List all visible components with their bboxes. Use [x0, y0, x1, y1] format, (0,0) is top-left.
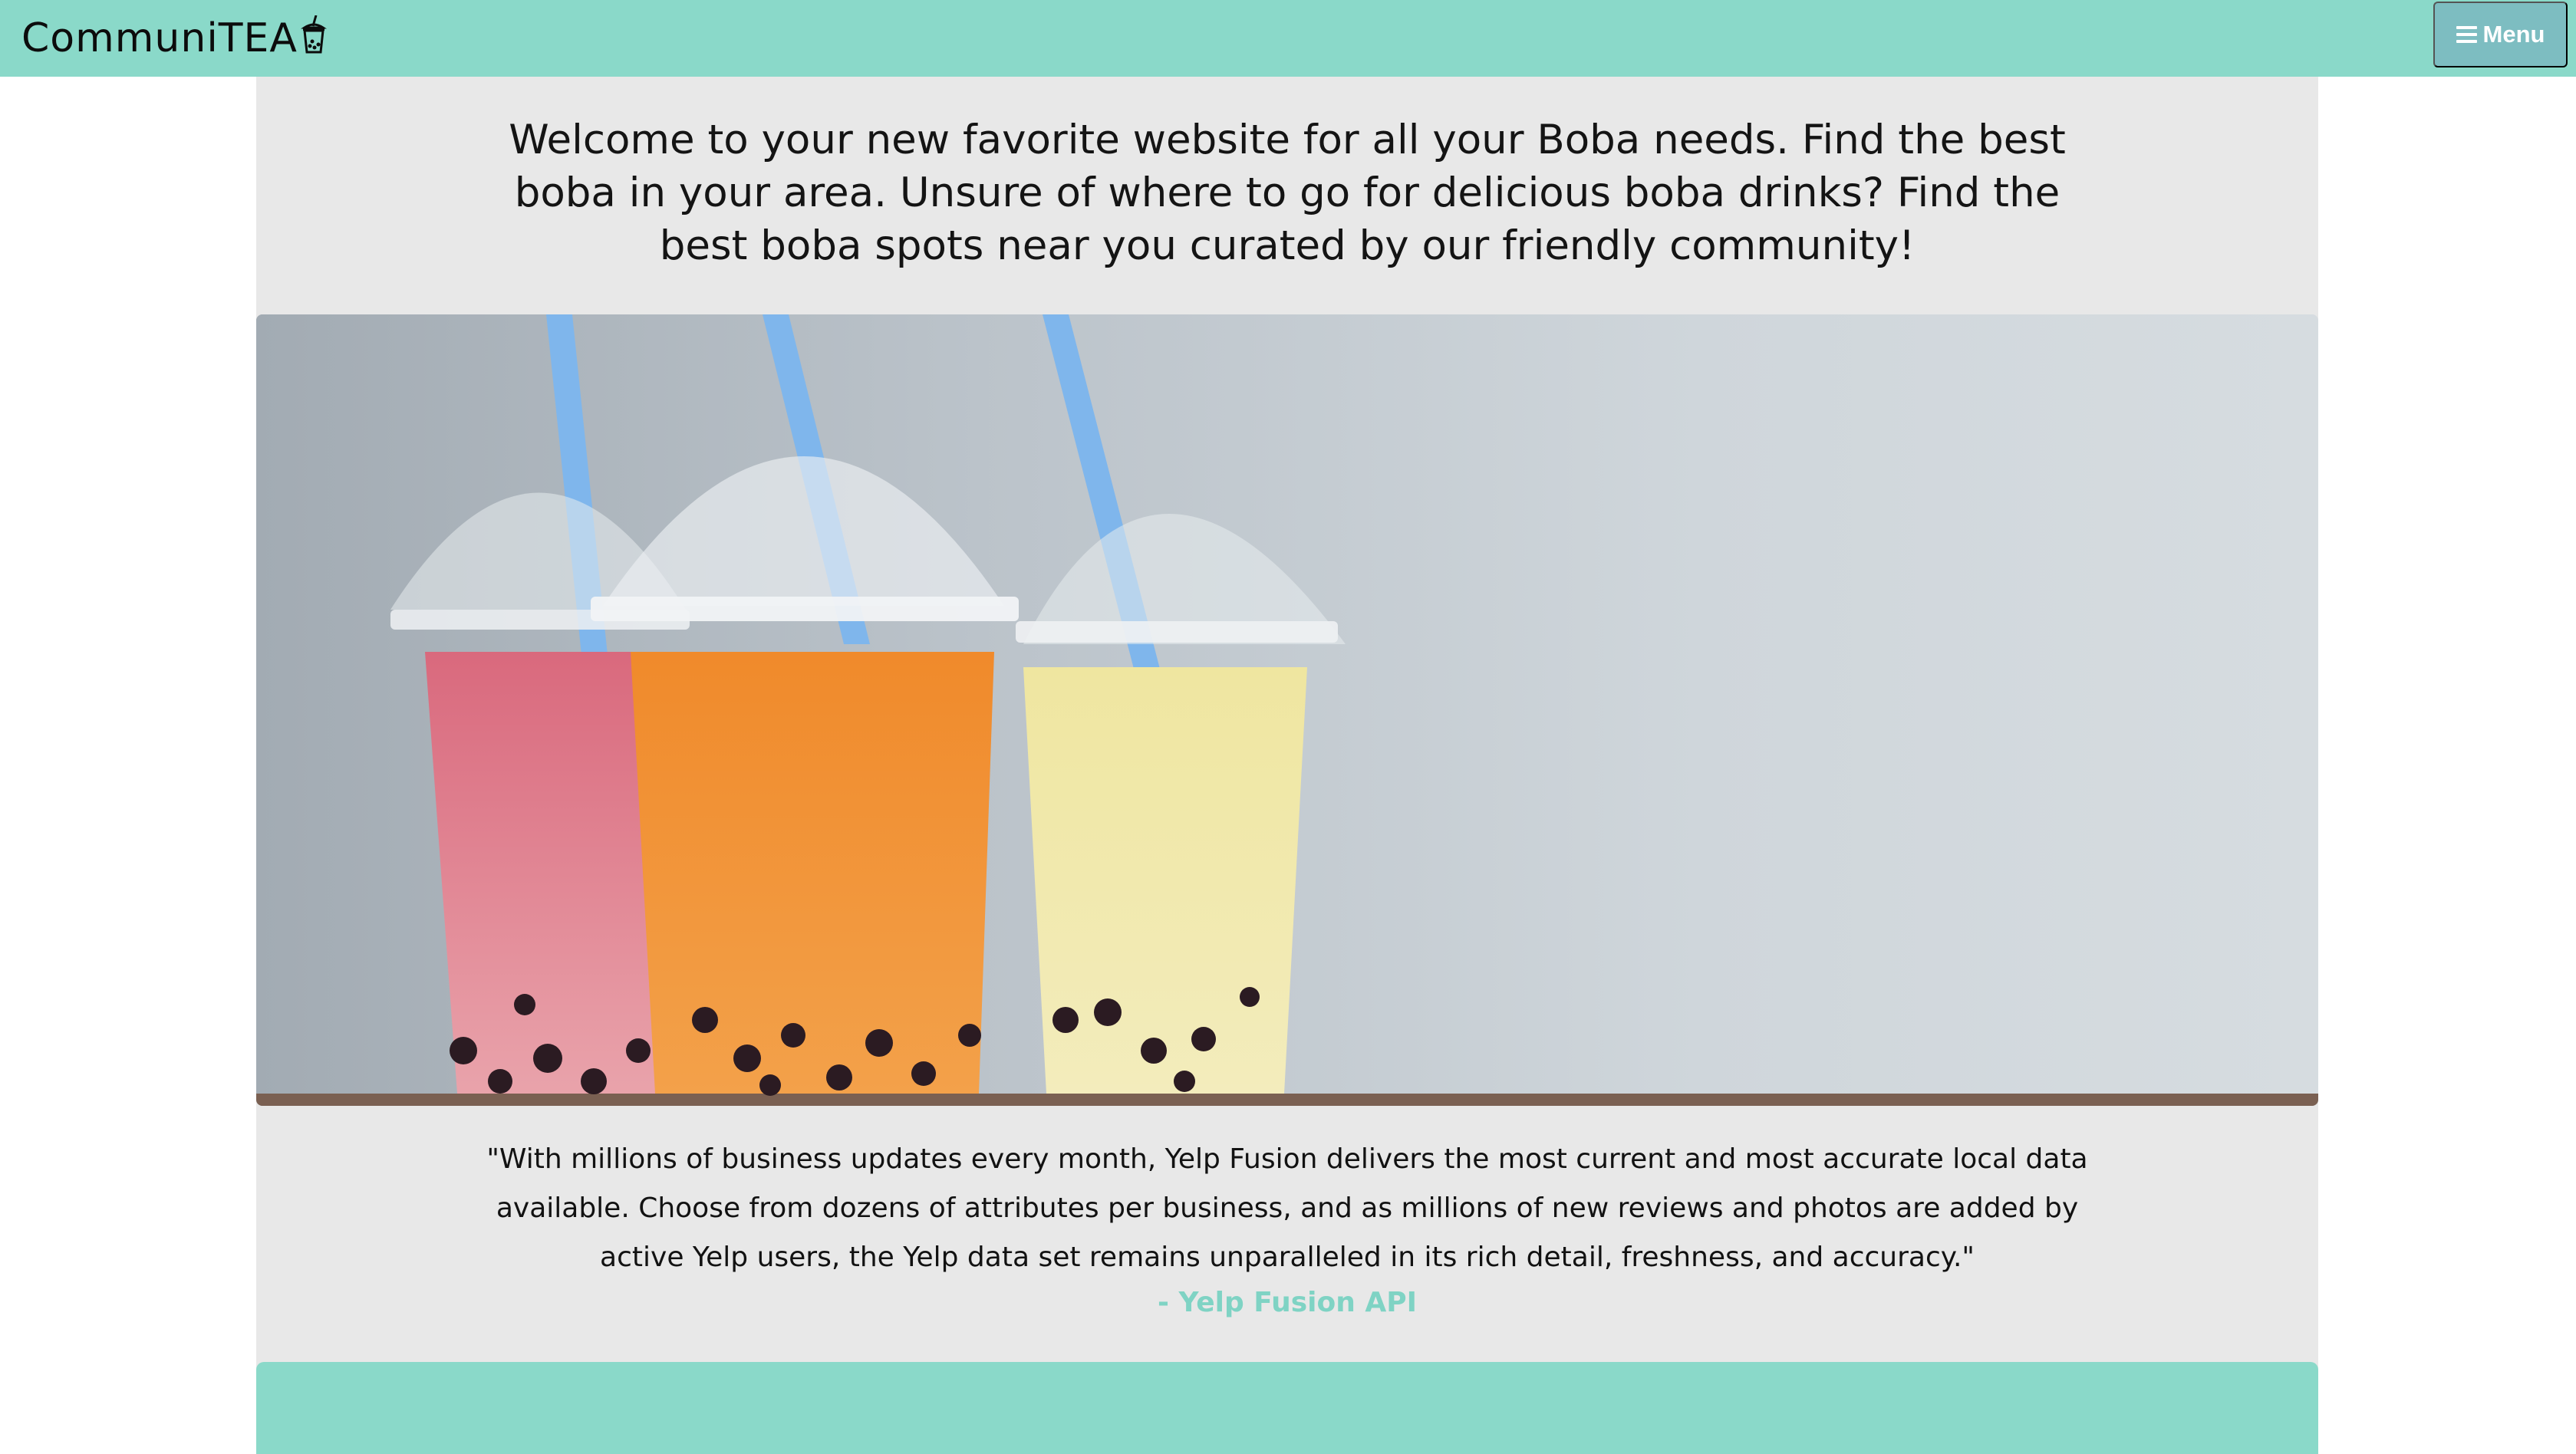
menu-label: Menu [2482, 21, 2545, 48]
hero-carousel[interactable] [256, 314, 2318, 1106]
intro-text: Welcome to your new favorite website for… [509, 117, 2066, 269]
main-content: Welcome to your new favorite website for… [256, 77, 2318, 1454]
boba-drinks-image [256, 314, 2318, 1106]
menu-button[interactable]: Menu [2433, 2, 2568, 67]
footer-band [256, 1362, 2318, 1454]
hamburger-icon [2456, 26, 2477, 43]
brand-name: CommuniTEA [21, 15, 298, 61]
brand-logo[interactable]: CommuniTEA [21, 11, 327, 66]
boba-cup-icon [301, 15, 327, 54]
yelp-quote: "With millions of business updates every… [486, 1143, 2088, 1273]
navbar: CommuniTEA Menu [0, 0, 2576, 77]
quote-source: - Yelp Fusion API [1157, 1287, 1418, 1318]
